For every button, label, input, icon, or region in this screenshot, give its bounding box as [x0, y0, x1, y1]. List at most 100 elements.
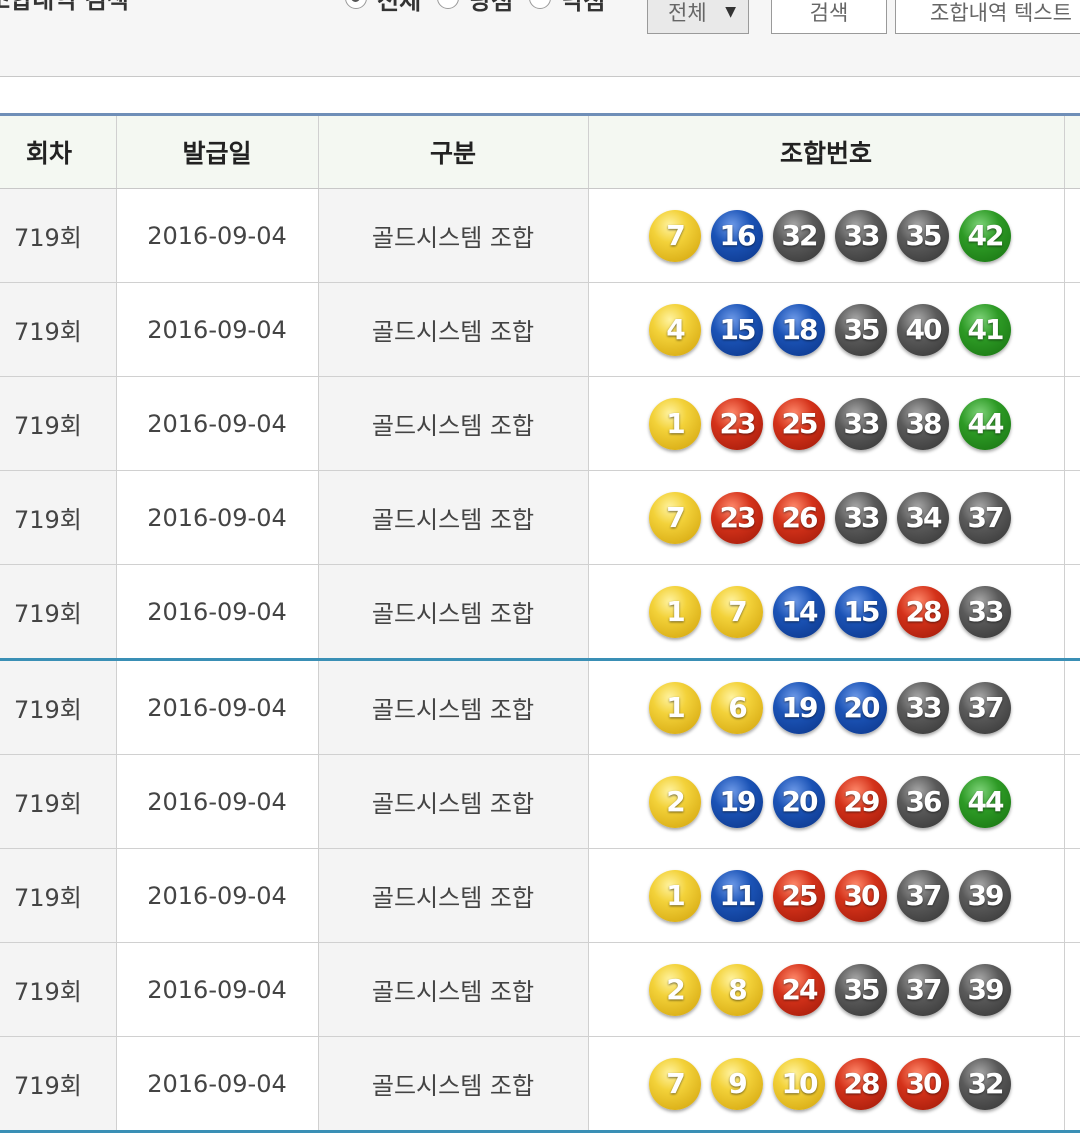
lotto-ball: 25 [773, 869, 825, 922]
lotto-ball: 42 [959, 209, 1011, 262]
search-button[interactable]: 검색 [771, 0, 887, 34]
lotto-ball: 34 [897, 491, 949, 544]
combination-numbers-cell: 7 23 26 33 34 37 [588, 470, 1065, 565]
radio-win-dot-icon[interactable] [437, 0, 460, 9]
lotto-ball: 2 [649, 775, 701, 828]
header-round: 회차 [0, 114, 117, 189]
lotto-ball: 37 [897, 963, 949, 1016]
radio-all-label: 전체 [377, 0, 422, 15]
round-cell: 719회 [0, 470, 117, 565]
lotto-balls: 1 7 14 15 28 33 [589, 585, 1064, 638]
lotto-ball: 7 [649, 491, 701, 544]
lotto-ball: 9 [711, 1057, 763, 1110]
kind-cell: 골드시스템 조합 [318, 470, 589, 565]
issue-date-cell: 2016-09-04 [116, 376, 319, 471]
lotto-ball: 32 [959, 1057, 1011, 1110]
issue-date-cell: 2016-09-04 [116, 470, 319, 565]
lotto-ball: 30 [835, 869, 887, 922]
combination-numbers-cell: 4 15 18 35 40 41 [588, 282, 1065, 377]
lotto-ball: 32 [773, 209, 825, 262]
lotto-ball: 1 [649, 681, 701, 734]
extra-cell [1064, 188, 1080, 283]
lotto-ball: 33 [835, 209, 887, 262]
table-row: 719회 2016-09-04 골드시스템 조합 2 19 20 29 36 44 [0, 754, 1080, 849]
lotto-ball: 33 [959, 585, 1011, 638]
round-cell: 719회 [0, 564, 117, 661]
table-row: 719회 2016-09-04 골드시스템 조합 1 6 19 20 33 37 [0, 659, 1080, 755]
lotto-ball: 44 [959, 397, 1011, 450]
lotto-ball: 37 [897, 869, 949, 922]
header-kind: 구분 [318, 114, 589, 189]
radio-all[interactable]: 전체 [345, 0, 421, 16]
combination-numbers-cell: 1 11 25 30 37 39 [588, 848, 1065, 943]
lotto-ball: 14 [773, 585, 825, 638]
lotto-ball: 2 [649, 963, 701, 1016]
table-row: 719회 2016-09-04 골드시스템 조합 7 9 10 28 30 32 [0, 1036, 1080, 1133]
kind-cell: 골드시스템 조합 [318, 564, 589, 661]
lotto-ball: 28 [897, 585, 949, 638]
header-extra [1064, 114, 1080, 189]
kind-cell: 골드시스템 조합 [318, 376, 589, 471]
radio-all-dot-icon[interactable] [345, 0, 367, 9]
lotto-balls: 1 23 25 33 38 44 [589, 397, 1064, 450]
lotto-ball: 33 [835, 397, 887, 450]
combination-numbers-cell: 2 19 20 29 36 44 [588, 754, 1065, 849]
search-title: 조합내역 검색 [0, 0, 129, 14]
round-cell: 719회 [0, 848, 117, 943]
lotto-ball: 35 [835, 303, 887, 356]
lotto-balls: 4 15 18 35 40 41 [589, 303, 1064, 356]
lotto-balls: 7 23 26 33 34 37 [589, 491, 1064, 544]
lotto-ball: 35 [897, 209, 949, 262]
round-cell: 719회 [0, 188, 117, 283]
extra-cell [1064, 1036, 1080, 1133]
issue-date-cell: 2016-09-04 [116, 1036, 319, 1133]
radio-win-label: 당첨 [469, 0, 514, 15]
radio-win[interactable]: 당첨 [437, 0, 513, 16]
lotto-ball: 44 [959, 775, 1011, 828]
issue-date-cell: 2016-09-04 [116, 188, 319, 283]
round-cell: 719회 [0, 376, 117, 471]
extra-cell [1064, 942, 1080, 1037]
lotto-ball: 6 [711, 681, 763, 734]
combination-numbers-cell: 7 16 32 33 35 42 [588, 188, 1065, 283]
lotto-ball: 1 [649, 869, 701, 922]
table-row: 719회 2016-09-04 골드시스템 조합 1 11 25 30 37 39 [0, 848, 1080, 943]
extra-cell [1064, 470, 1080, 565]
table-row: 719회 2016-09-04 골드시스템 조합 7 23 26 33 34 37 [0, 470, 1080, 565]
table-row: 719회 2016-09-04 골드시스템 조합 1 23 25 33 38 44 [0, 376, 1080, 471]
lotto-ball: 25 [773, 397, 825, 450]
extra-cell [1064, 659, 1080, 755]
combination-text-button[interactable]: 조합내역 텍스트 [895, 0, 1080, 34]
lotto-ball: 16 [711, 209, 763, 262]
lotto-ball: 7 [649, 209, 701, 262]
kind-cell: 골드시스템 조합 [318, 942, 589, 1037]
header-combination-numbers: 조합번호 [588, 114, 1065, 189]
combination-table: 회차 발급일 구분 조합번호 719회 2016-09-04 골드시스템 조합 7 16… [0, 113, 1080, 1133]
lotto-ball: 4 [649, 303, 701, 356]
lotto-ball: 26 [773, 491, 825, 544]
lotto-ball: 36 [897, 775, 949, 828]
combination-numbers-cell: 1 6 19 20 33 37 [588, 659, 1065, 755]
lotto-ball: 23 [711, 397, 763, 450]
lotto-ball: 37 [959, 681, 1011, 734]
table-row: 719회 2016-09-04 골드시스템 조합 1 7 14 15 28 33 [0, 564, 1080, 661]
search-bar: 조합내역 검색 전체 당첨 낙첨 전체 ▼ 검색 조합내역 텍스트 [0, 0, 1080, 77]
kind-cell: 골드시스템 조합 [318, 1036, 589, 1133]
issue-date-cell: 2016-09-04 [116, 659, 319, 755]
lotto-ball: 7 [711, 585, 763, 638]
lotto-balls: 7 16 32 33 35 42 [589, 209, 1064, 262]
lotto-ball: 20 [835, 681, 887, 734]
radio-lose-dot-icon[interactable] [529, 0, 552, 9]
extra-cell [1064, 376, 1080, 471]
lotto-ball: 33 [897, 681, 949, 734]
lotto-ball: 7 [649, 1057, 701, 1110]
lotto-balls: 2 8 24 35 37 39 [589, 963, 1064, 1016]
lotto-balls: 7 9 10 28 30 32 [589, 1057, 1064, 1110]
type-select[interactable]: 전체 ▼ [647, 0, 749, 34]
dropdown-arrow-icon: ▼ [725, 4, 736, 20]
combination-numbers-cell: 1 7 14 15 28 33 [588, 564, 1065, 661]
kind-cell: 골드시스템 조합 [318, 659, 589, 755]
radio-lose[interactable]: 낙첨 [529, 0, 606, 16]
combination-numbers-cell: 1 23 25 33 38 44 [588, 376, 1065, 471]
lotto-ball: 40 [897, 303, 949, 356]
